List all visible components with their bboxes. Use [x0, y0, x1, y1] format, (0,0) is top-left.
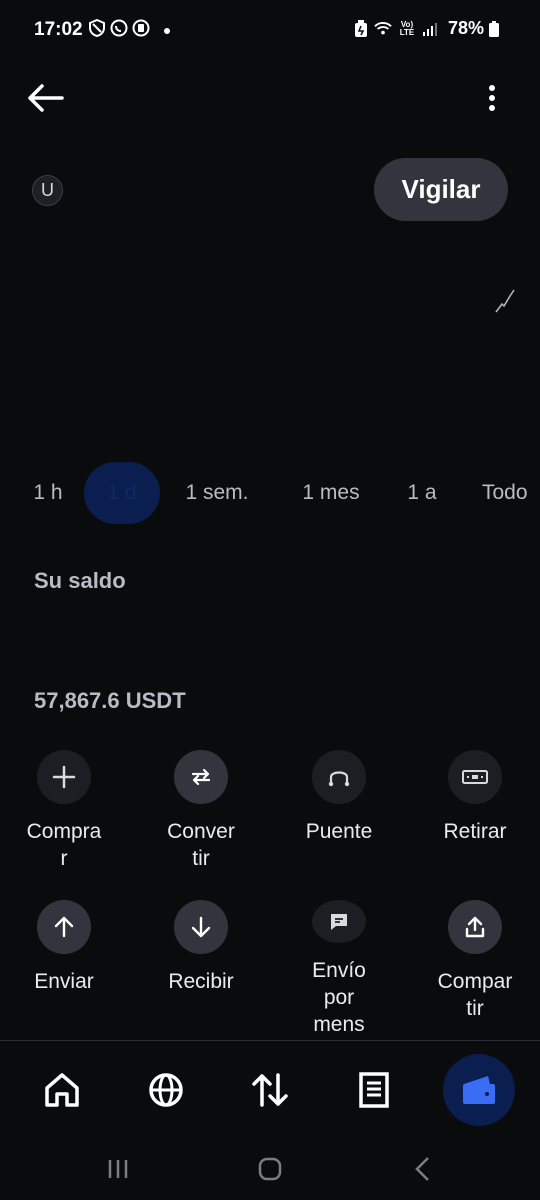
- bridge-action[interactable]: Puente: [271, 750, 407, 845]
- vpn-icon: [132, 19, 150, 37]
- message-icon: [331, 913, 347, 930]
- message-send-action[interactable]: Envío por mens: [271, 900, 407, 1038]
- send-action[interactable]: Enviar: [0, 900, 132, 995]
- convert-label: Conver tir: [167, 820, 235, 870]
- balance-value: 57,867.6 USDT: [34, 688, 186, 713]
- nav-activity[interactable]: [338, 1054, 410, 1126]
- transfer-icon: [252, 1073, 288, 1107]
- whatsapp-icon: [110, 19, 128, 37]
- wallet-icon: [463, 1076, 495, 1104]
- range-tab-1h[interactable]: 1 h: [22, 462, 74, 524]
- buy-action[interactable]: Compra r: [0, 750, 132, 872]
- price-chart: [495, 289, 515, 313]
- battery-icon: [488, 20, 500, 38]
- arrow-left-icon: [28, 84, 64, 112]
- home-icon: [45, 1073, 79, 1107]
- shield-icon: [88, 19, 106, 37]
- status-time: 17:02: [34, 19, 83, 40]
- recent-apps-button[interactable]: [88, 1152, 148, 1186]
- buy-label: Compra r: [26, 820, 102, 870]
- cash-icon: [462, 770, 488, 784]
- home-system-button[interactable]: [240, 1152, 300, 1186]
- recent-apps-icon: [108, 1160, 128, 1178]
- balance-label: Su saldo: [34, 568, 126, 593]
- plus-icon: [52, 765, 76, 789]
- range-tab-1sem[interactable]: 1 sem.: [172, 462, 262, 524]
- document-icon: [359, 1072, 389, 1108]
- receive-label: Recibir: [168, 970, 234, 993]
- volte-icon: Vo) LTE: [399, 19, 415, 37]
- status-right-icons: Vo) LTE 78%: [352, 18, 500, 39]
- convert-icon: [191, 768, 211, 786]
- send-label: Enviar: [34, 970, 94, 993]
- range-tab-1a[interactable]: 1 a: [396, 462, 448, 524]
- range-tab-todo[interactable]: Todo: [472, 462, 540, 524]
- share-icon: [465, 916, 485, 938]
- share-label: Compar tir: [437, 970, 513, 1020]
- more-menu-button[interactable]: [478, 78, 506, 118]
- signal-icon: [422, 20, 440, 38]
- bridge-label: Puente: [305, 820, 373, 843]
- battery-percent: 78%: [447, 18, 484, 38]
- more-vertical-icon: [489, 85, 495, 111]
- bridge-icon: [328, 771, 350, 787]
- share-action[interactable]: Compar tir: [407, 900, 540, 1022]
- wifi-icon: [374, 20, 392, 38]
- home-circle-icon: [258, 1157, 282, 1181]
- nav-wallet[interactable]: [443, 1054, 515, 1126]
- battery-saver-icon: [352, 19, 370, 38]
- receive-action[interactable]: Recibir: [133, 900, 269, 995]
- message-send-label: Envío por mens: [312, 959, 366, 1036]
- withdraw-label: Retirar: [443, 820, 507, 843]
- convert-action[interactable]: Conver tir: [133, 750, 269, 872]
- nav-home[interactable]: [26, 1054, 98, 1126]
- nav-trade[interactable]: [234, 1054, 306, 1126]
- nav-divider: [0, 1040, 540, 1041]
- withdraw-action[interactable]: Retirar: [407, 750, 540, 845]
- watch-button[interactable]: Vigilar: [374, 158, 508, 221]
- token-avatar: U: [32, 175, 63, 206]
- arrow-up-icon: [54, 916, 74, 938]
- nav-explore[interactable]: [130, 1054, 202, 1126]
- notification-dot: [164, 28, 170, 34]
- back-system-button[interactable]: [392, 1152, 452, 1186]
- globe-icon: [149, 1073, 183, 1107]
- chevron-left-icon: [415, 1157, 429, 1181]
- back-button[interactable]: [24, 78, 66, 118]
- arrow-down-icon: [191, 916, 211, 938]
- time-range-tabs: 1 h 1 d 1 sem. 1 mes 1 a Todo: [0, 462, 540, 524]
- range-tab-1d[interactable]: 1 d: [84, 462, 160, 524]
- range-tab-1mes[interactable]: 1 mes: [290, 462, 372, 524]
- status-left-icons: [88, 19, 150, 37]
